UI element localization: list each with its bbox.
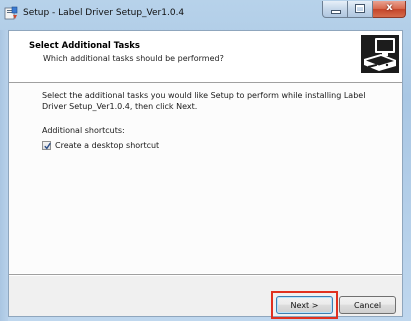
minimize-button[interactable] bbox=[322, 1, 348, 18]
page-subtitle: Which additional tasks should be perform… bbox=[43, 54, 224, 63]
wizard-header: Select Additional Tasks Which additional… bbox=[9, 31, 402, 83]
next-button[interactable]: Next > bbox=[276, 296, 333, 314]
maximize-button[interactable] bbox=[348, 1, 373, 18]
maximize-icon bbox=[356, 5, 364, 12]
page-title: Select Additional Tasks bbox=[29, 41, 140, 51]
window-title: Setup - Label Driver Setup_Ver1.0.4 bbox=[23, 8, 185, 18]
wizard-body: Select the additional tasks you would li… bbox=[9, 83, 402, 273]
cancel-button[interactable]: Cancel bbox=[339, 296, 396, 314]
wizard-computer-icon bbox=[361, 35, 399, 73]
minimize-icon bbox=[332, 11, 340, 13]
desktop-shortcut-label[interactable]: Create a desktop shortcut bbox=[55, 141, 159, 150]
setup-window: Setup - Label Driver Setup_Ver1.0.4 x Se… bbox=[0, 0, 411, 321]
close-icon: x bbox=[386, 2, 393, 13]
additional-shortcuts-label: Additional shortcuts: bbox=[42, 126, 125, 135]
wizard-footer: Next > Cancel bbox=[9, 276, 402, 319]
checkmark-icon bbox=[44, 142, 51, 150]
window-frame-left bbox=[0, 30, 8, 321]
close-button[interactable]: x bbox=[373, 1, 406, 18]
title-bar[interactable]: Setup - Label Driver Setup_Ver1.0.4 x bbox=[0, 0, 411, 26]
desktop-shortcut-checkbox[interactable] bbox=[42, 141, 51, 150]
wizard-client-area: Select Additional Tasks Which additional… bbox=[8, 30, 403, 319]
setup-app-icon bbox=[4, 6, 18, 20]
task-description: Select the additional tasks you would li… bbox=[42, 91, 366, 111]
